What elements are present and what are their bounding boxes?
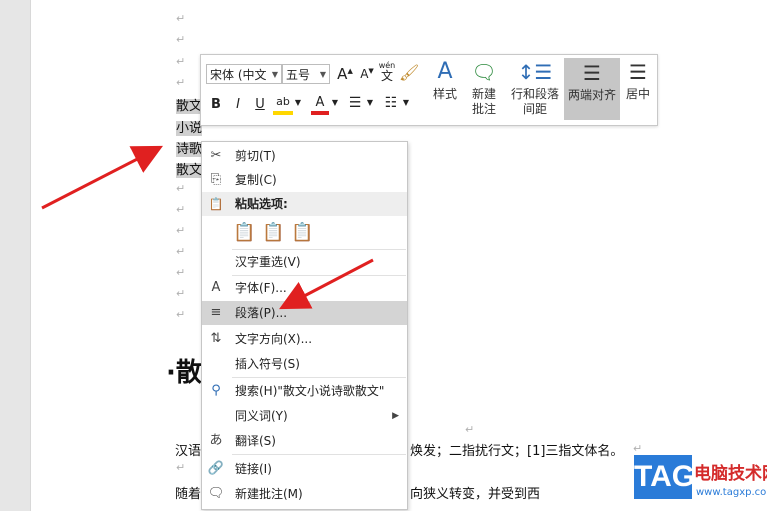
- submenu-arrow-icon: ▶: [392, 411, 399, 421]
- menu-item-cut[interactable]: ✂ 剪切(T): [202, 144, 407, 168]
- numbering-icon[interactable]: ☷: [381, 95, 401, 111]
- body-text: 向狭义转变，并受到西: [410, 487, 541, 502]
- paragraph-mark: ↵: [176, 55, 186, 68]
- format-painter-icon[interactable]: 🖌: [399, 63, 419, 82]
- line-spacing-icon: ↕☰: [517, 60, 553, 84]
- paragraph-mark: ↵: [176, 12, 186, 25]
- chevron-down-icon: ▼: [319, 70, 326, 79]
- paragraph-mark: ↵: [176, 287, 186, 300]
- menu-item-copy[interactable]: ⎘ 复制(C): [202, 168, 407, 192]
- paragraph-icon: ≡: [210, 305, 222, 320]
- chevron-down-icon[interactable]: ▼: [402, 98, 410, 107]
- paste-text-only-icon[interactable]: 📋: [291, 222, 313, 244]
- phonetic-guide-button[interactable]: wén 文: [377, 61, 397, 82]
- comment-icon: 🗨: [207, 486, 225, 501]
- menu-item-new-comment[interactable]: 🗨 新建批注(M): [202, 482, 407, 506]
- new-comment-button[interactable]: 🗨 新建 批注: [466, 57, 502, 117]
- shrink-font-button[interactable]: A▼: [359, 67, 375, 81]
- scissors-icon: ✂: [210, 148, 222, 163]
- menu-item-font[interactable]: A 字体(F)...: [202, 276, 407, 300]
- menu-item-link[interactable]: 🔗 链接(I): [202, 457, 407, 481]
- menu-item-text-direction[interactable]: ⇅ 文字方向(X)...: [202, 327, 407, 351]
- link-icon: 🔗: [207, 461, 225, 476]
- selected-text-line[interactable]: 诗歌: [176, 138, 203, 157]
- menu-item-synonyms[interactable]: 同义词(Y) ▶: [202, 404, 407, 428]
- paragraph-mark: ↵: [176, 245, 186, 258]
- paragraph-mark: ↵: [176, 308, 186, 321]
- document-heading: ·散: [166, 358, 202, 388]
- copy-icon: ⎘: [210, 172, 222, 187]
- justify-icon: ☰: [583, 61, 601, 85]
- menu-item-reconvert[interactable]: 汉字重选(V): [202, 250, 407, 274]
- selected-text-line[interactable]: 散文: [176, 95, 203, 114]
- font-name-value: 宋体 (中文: [210, 68, 267, 82]
- comment-icon: 🗨: [471, 60, 497, 84]
- grow-font-button[interactable]: A▲: [336, 65, 354, 83]
- chevron-down-icon: ▼: [271, 70, 278, 79]
- selected-text-line[interactable]: 散文: [176, 159, 203, 178]
- body-text: 汉语: [175, 444, 202, 459]
- paragraph-mark: ↵: [176, 76, 186, 89]
- body-text: 随着: [175, 487, 202, 502]
- justify-button[interactable]: ☰ 两端对齐: [564, 58, 620, 120]
- text-direction-icon: ⇅: [210, 331, 222, 346]
- chevron-down-icon[interactable]: ▼: [366, 98, 374, 107]
- mini-toolbar: 宋体 (中文 ▼ 五号 ▼ A▲ A▼ wén 文 🖌 B I U ab ▼ A…: [200, 54, 658, 126]
- watermark-url: www.tagxp.com: [696, 487, 767, 498]
- styles-icon: A: [437, 59, 453, 84]
- search-icon: ⚲: [211, 383, 221, 398]
- menu-separator: [232, 377, 406, 378]
- clipboard-icon: 📋: [208, 197, 224, 211]
- font-color-button[interactable]: A: [311, 95, 329, 115]
- paste-merge-formatting-icon[interactable]: 📋: [262, 222, 284, 244]
- paste-options-header: 📋 粘贴选项:: [202, 192, 407, 216]
- font-size-value: 五号: [286, 68, 311, 82]
- italic-button[interactable]: I: [231, 97, 245, 112]
- context-menu: ✂ 剪切(T) ⎘ 复制(C) 📋 粘贴选项: 📋 📋 📋 汉字重选(V) A …: [201, 141, 408, 510]
- font-icon: A: [211, 280, 221, 295]
- underline-button[interactable]: U: [253, 97, 267, 112]
- left-margin-gutter: [0, 0, 31, 511]
- menu-separator: [232, 454, 406, 455]
- menu-item-insert-symbol[interactable]: 插入符号(S): [202, 352, 407, 376]
- chevron-down-icon[interactable]: ▼: [331, 98, 339, 107]
- highlight-color-button[interactable]: ab: [273, 95, 293, 115]
- bullets-icon[interactable]: ☰: [345, 95, 365, 111]
- menu-item-search[interactable]: ⚲ 搜索(H)"散文小说诗歌散文": [202, 379, 407, 403]
- chevron-down-icon[interactable]: ▼: [294, 98, 302, 107]
- paragraph-mark: ↵: [176, 266, 186, 279]
- styles-button[interactable]: A 样式: [425, 57, 465, 102]
- paragraph-mark: ↵: [176, 203, 186, 216]
- paragraph-mark: ↵: [176, 33, 186, 46]
- font-size-combo[interactable]: 五号 ▼: [282, 64, 330, 84]
- paragraph-mark: ↵: [176, 182, 186, 195]
- line-spacing-button[interactable]: ↕☰ 行和段落 间距: [507, 57, 563, 117]
- paragraph-mark: ↵: [465, 423, 475, 436]
- watermark-tag-logo: TAG: [634, 455, 695, 499]
- body-text: 焕发；二指扰行文；[1]三指文体名。: [410, 444, 624, 459]
- font-name-combo[interactable]: 宋体 (中文 ▼: [206, 64, 282, 84]
- menu-item-paragraph[interactable]: ≡ 段落(P)...: [202, 301, 407, 325]
- paste-keep-formatting-icon[interactable]: 📋: [233, 222, 255, 244]
- menu-item-translate[interactable]: あ 翻译(S): [202, 429, 407, 453]
- selected-text-line[interactable]: 小说: [176, 117, 203, 136]
- paragraph-mark: ↵: [176, 224, 186, 237]
- align-center-icon: ☰: [629, 60, 647, 84]
- paragraph-mark: ↵: [176, 461, 186, 474]
- watermark-title: 电脑技术网: [694, 464, 767, 484]
- paragraph-mark: ↵: [633, 442, 643, 455]
- center-button[interactable]: ☰ 居中: [622, 57, 654, 102]
- bold-button[interactable]: B: [209, 97, 223, 112]
- translate-icon: あ: [209, 433, 223, 448]
